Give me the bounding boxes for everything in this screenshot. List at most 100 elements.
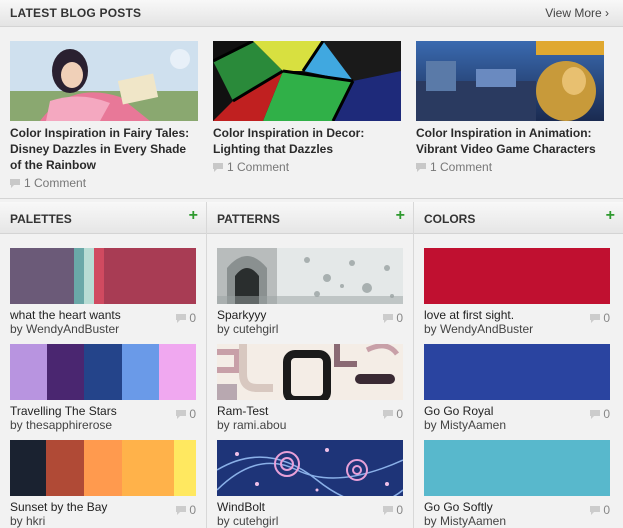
- comment-bubble-icon: [176, 505, 187, 515]
- palette-name[interactable]: what the heart wants: [10, 308, 196, 322]
- pattern-author[interactable]: by cutehgirl: [217, 514, 403, 528]
- color-item: Go Go Royal by MistyAamen 0: [424, 344, 610, 432]
- color-author[interactable]: by WendyAndBuster: [424, 322, 610, 336]
- pattern-author[interactable]: by cutehgirl: [217, 322, 403, 336]
- view-more-link[interactable]: View More ›: [545, 6, 609, 20]
- blog-post-3: Color Inspiration in Animation: Vibrant …: [416, 41, 604, 174]
- section-divider: [0, 198, 623, 199]
- color-author[interactable]: by MistyAamen: [424, 418, 610, 432]
- pattern-author[interactable]: by rami.abou: [217, 418, 403, 432]
- add-color-plus-icon[interactable]: +: [606, 208, 615, 224]
- color-author[interactable]: by MistyAamen: [424, 514, 610, 528]
- comment-bubble-icon: [383, 409, 394, 419]
- comment-count-value: 0: [396, 503, 403, 517]
- color-name[interactable]: love at first sight.: [424, 308, 610, 322]
- palette-color-segment: [10, 248, 74, 304]
- palette-swatch[interactable]: [10, 248, 196, 304]
- palette-item: Sunset by the Bay by hkri 0: [10, 440, 196, 528]
- color-swatch[interactable]: [424, 440, 610, 496]
- blog-post-1-thumbnail[interactable]: [10, 41, 198, 121]
- blog-section-header: LATEST BLOG POSTS View More ›: [0, 0, 623, 27]
- patterns-title: PATTERNS: [217, 212, 280, 226]
- blog-post-2-comment-count: 1 Comment: [227, 160, 290, 174]
- comment-bubble-icon: [590, 313, 601, 323]
- palette-color-segment: [84, 344, 122, 400]
- blog-post-2: Color Inspiration in Decor: Lighting tha…: [213, 41, 401, 174]
- patterns-column: PATTERNS + Sparkyyy by cutehgirl 0 Ram-T…: [207, 202, 413, 528]
- pattern-item: Ram-Test by rami.abou 0: [217, 344, 403, 432]
- pattern-name[interactable]: Sparkyyy: [217, 308, 403, 322]
- palette-color-segment: [84, 440, 122, 496]
- pattern-swatch[interactable]: [217, 440, 403, 496]
- color-item: love at first sight. by WendyAndBuster 0: [424, 248, 610, 336]
- pattern-comment-count: 0: [383, 407, 403, 421]
- pattern-swatch[interactable]: [217, 344, 403, 400]
- comment-count-value: 0: [396, 311, 403, 325]
- palettes-title: PALETTES: [10, 212, 72, 226]
- colors-column: COLORS + love at first sight. by WendyAn…: [414, 202, 623, 528]
- pattern-comment-count: 0: [383, 311, 403, 325]
- palette-color-segment: [46, 440, 84, 496]
- palette-color-segment: [10, 344, 47, 400]
- palette-color-segment: [10, 440, 46, 496]
- pattern-item: Sparkyyy by cutehgirl 0: [217, 248, 403, 336]
- comment-bubble-icon: [590, 409, 601, 419]
- comment-bubble-icon: [416, 162, 426, 172]
- color-comment-count: 0: [590, 407, 610, 421]
- palette-color-segment: [84, 248, 94, 304]
- color-item: Go Go Softly by MistyAamen 0: [424, 440, 610, 528]
- patterns-header: PATTERNS +: [207, 202, 413, 234]
- palette-name[interactable]: Sunset by the Bay: [10, 500, 196, 514]
- palette-color-segment: [122, 344, 159, 400]
- palette-comment-count: 0: [176, 503, 196, 517]
- add-palette-plus-icon[interactable]: +: [189, 208, 198, 224]
- comment-count-value: 0: [189, 503, 196, 517]
- palette-author[interactable]: by WendyAndBuster: [10, 322, 196, 336]
- blog-post-3-comment-count: 1 Comment: [430, 160, 493, 174]
- color-comment-count: 0: [590, 311, 610, 325]
- palette-name[interactable]: Travelling The Stars: [10, 404, 196, 418]
- colors-title: COLORS: [424, 212, 476, 226]
- palette-color-segment: [122, 440, 174, 496]
- color-name[interactable]: Go Go Royal: [424, 404, 610, 418]
- comment-count-value: 0: [189, 407, 196, 421]
- palette-color-segment: [47, 344, 84, 400]
- comment-count-value: 0: [189, 311, 196, 325]
- palettes-column: PALETTES + what the heart wants by Wendy…: [0, 202, 206, 528]
- palette-author[interactable]: by thesapphirerose: [10, 418, 196, 432]
- blog-post-2-thumbnail[interactable]: [213, 41, 401, 121]
- color-swatch[interactable]: [424, 248, 610, 304]
- pattern-name[interactable]: Ram-Test: [217, 404, 403, 418]
- comment-bubble-icon: [590, 505, 601, 515]
- comment-bubble-icon: [213, 162, 223, 172]
- color-swatch[interactable]: [424, 344, 610, 400]
- blog-post-1-comment-count: 1 Comment: [24, 176, 87, 190]
- palette-author[interactable]: by hkri: [10, 514, 196, 528]
- comment-bubble-icon: [383, 313, 394, 323]
- palette-item: what the heart wants by WendyAndBuster 0: [10, 248, 196, 336]
- palette-color-segment: [174, 440, 196, 496]
- color-name[interactable]: Go Go Softly: [424, 500, 610, 514]
- palette-color-segment: [104, 248, 196, 304]
- comment-bubble-icon: [383, 505, 394, 515]
- comment-count-value: 0: [603, 407, 610, 421]
- blog-post-3-title[interactable]: Color Inspiration in Animation: Vibrant …: [416, 125, 604, 157]
- blog-post-1-comments[interactable]: 1 Comment: [10, 176, 198, 190]
- pattern-swatch[interactable]: [217, 248, 403, 304]
- blog-post-3-thumbnail[interactable]: [416, 41, 604, 121]
- blog-post-2-comments[interactable]: 1 Comment: [213, 160, 401, 174]
- colors-header: COLORS +: [414, 202, 623, 234]
- palette-color-segment: [159, 344, 196, 400]
- pattern-comment-count: 0: [383, 503, 403, 517]
- palette-swatch[interactable]: [10, 344, 196, 400]
- palette-comment-count: 0: [176, 311, 196, 325]
- add-pattern-plus-icon[interactable]: +: [396, 208, 405, 224]
- comment-bubble-icon: [176, 409, 187, 419]
- palette-item: Travelling The Stars by thesapphirerose …: [10, 344, 196, 432]
- blog-post-2-title[interactable]: Color Inspiration in Decor: Lighting tha…: [213, 125, 401, 157]
- blog-post-3-comments[interactable]: 1 Comment: [416, 160, 604, 174]
- palette-comment-count: 0: [176, 407, 196, 421]
- palette-swatch[interactable]: [10, 440, 196, 496]
- blog-post-1-title[interactable]: Color Inspiration in Fairy Tales: Disney…: [10, 125, 198, 173]
- pattern-name[interactable]: WindBolt: [217, 500, 403, 514]
